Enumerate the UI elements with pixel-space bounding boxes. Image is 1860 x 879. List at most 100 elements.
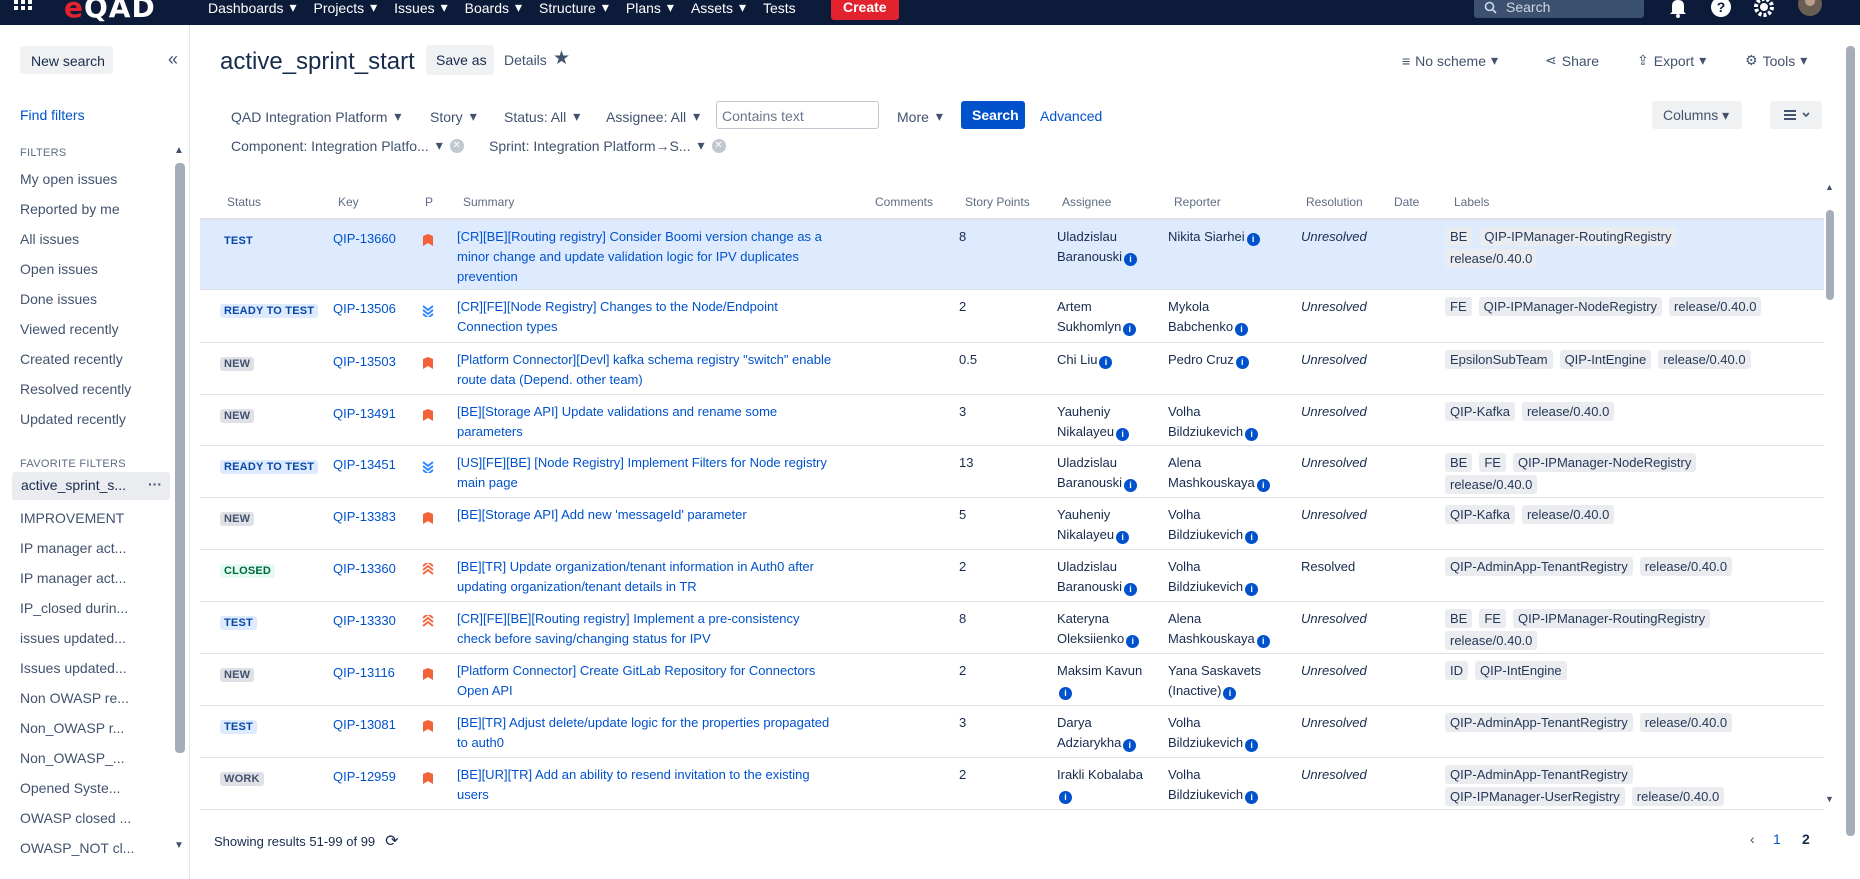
issue-summary-link[interactable]: [BE][UR][TR] Add an ability to resend in… bbox=[457, 765, 832, 805]
menu-projects[interactable]: Projects ▾ bbox=[314, 0, 378, 16]
info-icon[interactable]: i bbox=[1245, 531, 1259, 544]
save-as-button[interactable]: Save as bbox=[426, 45, 494, 75]
issue-summary-link[interactable]: [CR][FE][Node Registry] Changes to the N… bbox=[457, 297, 832, 337]
menu-issues[interactable]: Issues ▾ bbox=[394, 0, 448, 16]
column-status[interactable]: Status bbox=[227, 195, 261, 209]
issue-key-link[interactable]: QIP-13081 bbox=[333, 715, 396, 735]
filter-viewed-recently[interactable]: Viewed recently bbox=[20, 321, 119, 337]
label-tag[interactable]: QIP-IntEngine bbox=[1559, 350, 1652, 369]
refresh-icon[interactable]: ⟳ bbox=[385, 831, 398, 851]
assignee-filter[interactable]: Assignee: All ▾ bbox=[606, 108, 700, 125]
more-filters-dropdown[interactable]: More ▾ bbox=[897, 108, 943, 125]
favorite-filter-item[interactable]: Issues updated... bbox=[20, 660, 127, 676]
issue-summary-link[interactable]: [BE][Storage API] Update validations and… bbox=[457, 402, 832, 442]
column-summary[interactable]: Summary bbox=[463, 195, 514, 209]
label-tag[interactable]: release/0.40.0 bbox=[1669, 297, 1762, 316]
status-filter[interactable]: Status: All ▾ bbox=[504, 108, 580, 125]
table-row[interactable]: NEW QIP-13116 [Platform Connector] Create … bbox=[200, 654, 1824, 706]
scroll-down-icon[interactable]: ▼ bbox=[174, 840, 184, 851]
menu-plans[interactable]: Plans ▾ bbox=[626, 0, 674, 16]
favorite-filter-item[interactable]: issues updated... bbox=[20, 630, 126, 646]
info-icon[interactable]: i bbox=[1059, 791, 1072, 804]
label-tag[interactable]: release/0.40.0 bbox=[1521, 402, 1615, 421]
reporter-name[interactable]: Volha Bildziukevich i bbox=[1168, 557, 1288, 597]
issue-summary-link[interactable]: [BE][Storage API] Add new 'messageId' pa… bbox=[457, 505, 832, 525]
reporter-name[interactable]: Nikita Siarhei i bbox=[1168, 227, 1288, 247]
issue-summary-link[interactable]: [Platform Connector] Create GitLab Repos… bbox=[457, 661, 832, 701]
assignee-name[interactable]: Uladzislau Baranouski i bbox=[1057, 453, 1157, 493]
info-icon[interactable]: i bbox=[1235, 356, 1249, 369]
search-button[interactable]: Search bbox=[961, 101, 1025, 129]
assignee-name[interactable]: Chi Liu i bbox=[1057, 350, 1157, 370]
table-row[interactable]: CLOSED QIP-13360 [BE][TR] Update organizat… bbox=[200, 550, 1824, 602]
label-tag[interactable]: QIP-IPManager-NodeRegistry bbox=[1512, 453, 1697, 472]
label-tag[interactable]: QIP-IPManager-RoutingRegistry bbox=[1512, 609, 1711, 628]
favorite-filter-item[interactable]: OWASP_NOT cl... bbox=[20, 840, 134, 856]
info-icon[interactable]: i bbox=[1123, 739, 1137, 752]
favorite-filter-item[interactable]: IP manager act... bbox=[20, 540, 126, 556]
page-scrollbar[interactable] bbox=[1846, 46, 1855, 836]
table-row[interactable]: READY TO TEST QIP-13451 [US][FE][BE] [Node… bbox=[200, 446, 1824, 498]
label-tag[interactable]: FE bbox=[1479, 453, 1506, 472]
favorite-filter-item[interactable]: OWASP closed ... bbox=[20, 810, 131, 826]
assignee-name[interactable]: Yauheniy Nikalayeu i bbox=[1057, 505, 1157, 545]
assignee-name[interactable]: Yauheniy Nikalayeu i bbox=[1057, 402, 1157, 442]
table-row[interactable]: READY TO TEST QIP-13506 [CR][FE][Node Regi… bbox=[200, 290, 1824, 343]
info-icon[interactable]: i bbox=[1123, 323, 1137, 336]
label-tag[interactable]: QIP-AdminApp-TenantRegistry bbox=[1445, 713, 1633, 732]
label-tag[interactable]: release/0.40.0 bbox=[1639, 557, 1733, 576]
notifications-icon[interactable] bbox=[1667, 0, 1689, 18]
clear-filter-icon[interactable]: ✕ bbox=[449, 138, 464, 153]
favorite-filter-item[interactable]: Non_OWASP r... bbox=[20, 720, 124, 736]
label-tag[interactable]: QIP-Kafka bbox=[1445, 402, 1515, 421]
create-button[interactable]: Create bbox=[831, 0, 899, 20]
contains-text-input[interactable]: Contains text bbox=[716, 101, 879, 129]
settings-gear-icon[interactable] bbox=[1752, 0, 1776, 18]
type-filter[interactable]: Story ▾ bbox=[430, 108, 477, 125]
issue-key-link[interactable]: QIP-13360 bbox=[333, 559, 396, 579]
label-tag[interactable]: release/0.40.0 bbox=[1631, 787, 1725, 806]
issue-key-link[interactable]: QIP-12959 bbox=[333, 767, 396, 787]
issue-key-link[interactable]: QIP-13451 bbox=[333, 455, 396, 475]
assignee-name[interactable]: Artem Sukhomlyn i bbox=[1057, 297, 1157, 337]
reporter-name[interactable]: Alena Mashkouskaya i bbox=[1168, 453, 1288, 493]
component-filter[interactable]: Component: Integration Platfo... ▾ ✕ bbox=[231, 137, 464, 154]
column-key[interactable]: Key bbox=[338, 195, 359, 209]
menu-boards[interactable]: Boards ▾ bbox=[465, 0, 522, 16]
table-row[interactable]: TEST QIP-13081 [BE][TR] Adjust delete/upda… bbox=[200, 706, 1824, 758]
label-tag[interactable]: ID bbox=[1445, 661, 1468, 680]
label-tag[interactable]: BE bbox=[1445, 609, 1473, 628]
page-2-current[interactable]: 2 bbox=[1802, 831, 1810, 847]
column-reporter[interactable]: Reporter bbox=[1174, 195, 1221, 209]
issue-summary-link[interactable]: [US][FE][BE] [Node Registry] Implement F… bbox=[457, 453, 832, 493]
filter-open-issues[interactable]: Open issues bbox=[20, 261, 98, 277]
reporter-name[interactable]: Pedro Cruz i bbox=[1168, 350, 1288, 370]
info-icon[interactable]: i bbox=[1235, 323, 1249, 336]
label-tag[interactable]: QIP-Kafka bbox=[1445, 505, 1515, 524]
global-search-input[interactable]: Search bbox=[1474, 0, 1644, 18]
column-comments[interactable]: Comments bbox=[875, 195, 933, 209]
assignee-name[interactable]: Darya Adziarykha i bbox=[1057, 713, 1157, 753]
column-resolution[interactable]: Resolution bbox=[1306, 195, 1363, 209]
issue-key-link[interactable]: QIP-13116 bbox=[333, 663, 395, 683]
tools-dropdown[interactable]: ⚙ Tools ▾ bbox=[1745, 52, 1807, 69]
info-icon[interactable]: i bbox=[1245, 791, 1259, 804]
info-icon[interactable]: i bbox=[1245, 739, 1259, 752]
table-row[interactable]: TEST QIP-13660 [CR][BE][Routing registry] … bbox=[200, 220, 1824, 290]
menu-structure[interactable]: Structure ▾ bbox=[539, 0, 609, 16]
label-tag[interactable]: QIP-IPManager-NodeRegistry bbox=[1478, 297, 1663, 316]
issue-summary-link[interactable]: [BE][TR] Adjust delete/update logic for … bbox=[457, 713, 832, 753]
app-switcher-icon[interactable] bbox=[14, 0, 34, 14]
reporter-name[interactable]: Volha Bildziukevich i bbox=[1168, 713, 1288, 753]
table-row[interactable]: NEW QIP-13383 [BE][Storage API] Add new 'm… bbox=[200, 498, 1824, 550]
scroll-down-icon[interactable]: ▼ bbox=[1825, 794, 1834, 804]
share-button[interactable]: ⋖ Share bbox=[1545, 52, 1599, 69]
label-tag[interactable]: release/0.40.0 bbox=[1445, 249, 1538, 268]
label-tag[interactable]: release/0.40.0 bbox=[1445, 631, 1538, 650]
info-icon[interactable]: i bbox=[1116, 531, 1130, 544]
issue-key-link[interactable]: QIP-13383 bbox=[333, 507, 396, 527]
reporter-name[interactable]: Volha Bildziukevich i bbox=[1168, 402, 1288, 442]
label-tag[interactable]: QIP-IPManager-UserRegistry bbox=[1445, 787, 1625, 806]
reporter-name[interactable]: Volha Bildziukevich i bbox=[1168, 765, 1288, 805]
favorite-filter-item[interactable]: Non_OWASP_... bbox=[20, 750, 125, 766]
